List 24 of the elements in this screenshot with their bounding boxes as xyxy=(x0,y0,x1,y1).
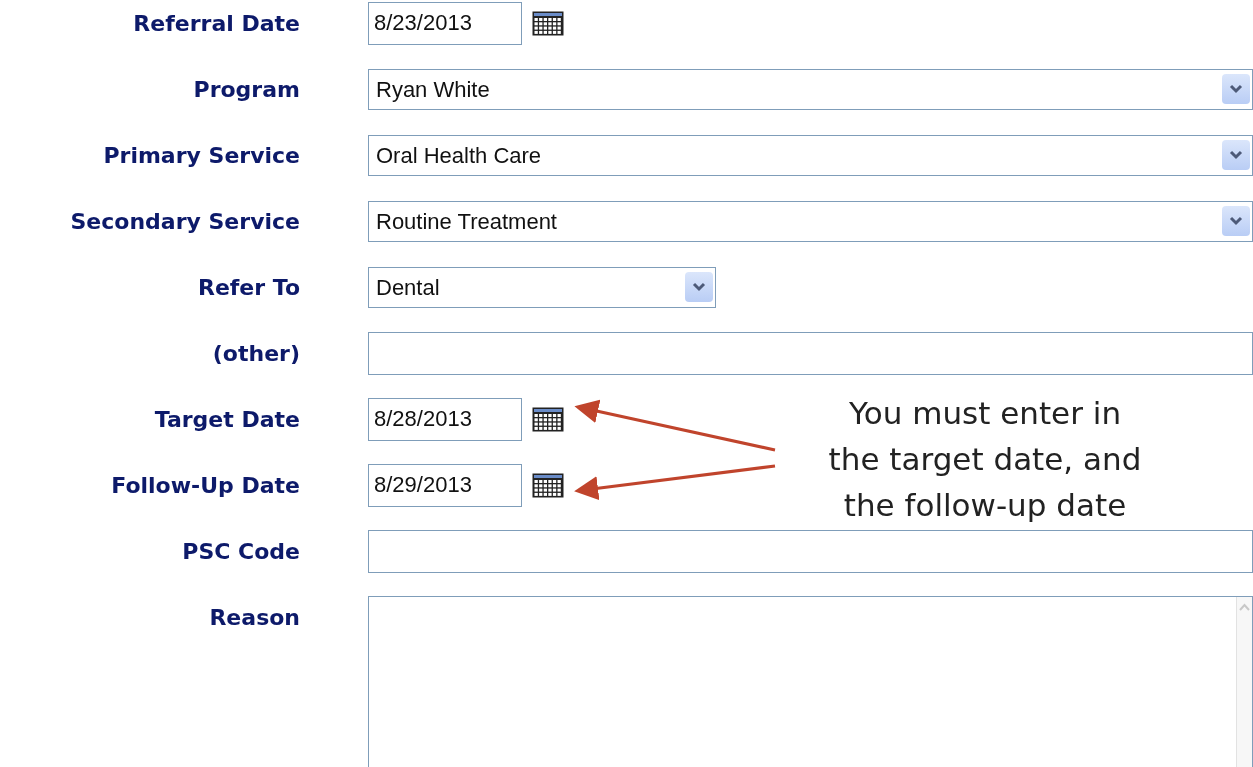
text-field[interactable] xyxy=(368,529,1253,573)
field-label: (other) xyxy=(211,339,300,368)
text-field[interactable] xyxy=(368,331,1253,375)
field-label: PSC Code xyxy=(181,537,300,566)
dropdown[interactable]: Oral Health Care xyxy=(368,134,1253,176)
dropdown[interactable]: Ryan White xyxy=(368,68,1253,110)
calendar-icon[interactable] xyxy=(532,10,564,36)
field-label: Reason xyxy=(208,604,300,632)
date-field[interactable]: 8/28/2013 xyxy=(368,397,522,441)
dropdown[interactable]: Dental xyxy=(368,266,716,308)
date-field[interactable]: 8/29/2013 xyxy=(368,463,522,507)
dropdown[interactable]: Routine Treatment xyxy=(368,200,1253,242)
field-label: Refer To xyxy=(196,273,300,302)
reason-field[interactable] xyxy=(368,596,1253,767)
field-label: Referral Date xyxy=(132,9,300,38)
field-label: Primary Service xyxy=(102,141,300,170)
calendar-icon[interactable] xyxy=(532,472,564,498)
field-label: Follow-Up Date xyxy=(110,471,300,500)
date-field[interactable]: 8/23/2013 xyxy=(368,1,522,45)
calendar-icon[interactable] xyxy=(532,406,564,432)
field-label: Target Date xyxy=(153,405,300,434)
annotation-note: You must enter in the target date, and the follow-up date xyxy=(827,394,1143,525)
field-label: Program xyxy=(192,75,300,104)
field-label: Secondary Service xyxy=(69,207,300,236)
